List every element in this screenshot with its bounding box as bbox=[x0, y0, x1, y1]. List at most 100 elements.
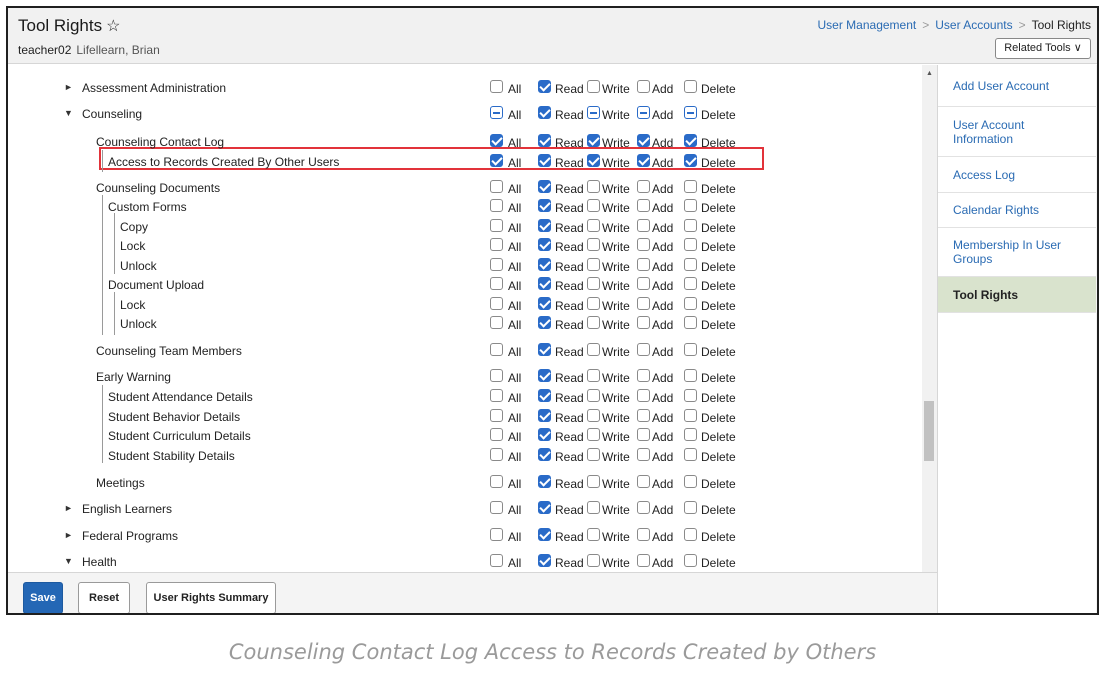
checkbox-read[interactable] bbox=[538, 316, 551, 329]
caret-right-icon[interactable]: ► bbox=[64, 503, 73, 513]
scroll-up-icon[interactable]: ▲ bbox=[1097, 72, 1099, 78]
checkbox-add[interactable] bbox=[637, 316, 650, 329]
checkbox-read[interactable] bbox=[538, 219, 551, 232]
checkbox-delete[interactable] bbox=[684, 297, 697, 310]
checkbox-all[interactable] bbox=[490, 180, 503, 193]
checkbox-all[interactable] bbox=[490, 199, 503, 212]
checkbox-read[interactable] bbox=[538, 297, 551, 310]
checkbox-add[interactable] bbox=[637, 180, 650, 193]
checkbox-add[interactable] bbox=[637, 258, 650, 271]
checkbox-write[interactable] bbox=[587, 369, 600, 382]
checkbox-add[interactable] bbox=[637, 154, 650, 167]
checkbox-delete[interactable] bbox=[684, 428, 697, 441]
checkbox-read[interactable] bbox=[538, 258, 551, 271]
scrollbar-thumb[interactable] bbox=[924, 401, 934, 461]
sidebar-item[interactable]: Access Log bbox=[938, 157, 1097, 193]
checkbox-write[interactable] bbox=[587, 258, 600, 271]
checkbox-read[interactable] bbox=[538, 409, 551, 422]
checkbox-all[interactable] bbox=[490, 475, 503, 488]
checkbox-delete[interactable] bbox=[684, 369, 697, 382]
checkbox-all[interactable] bbox=[490, 134, 503, 147]
checkbox-write[interactable] bbox=[587, 554, 600, 567]
sidebar-item[interactable]: Membership In User Groups bbox=[938, 228, 1097, 277]
checkbox-read[interactable] bbox=[538, 554, 551, 567]
checkbox-delete[interactable] bbox=[684, 501, 697, 514]
checkbox-add[interactable] bbox=[637, 297, 650, 310]
checkbox-write[interactable] bbox=[587, 199, 600, 212]
save-button[interactable]: Save bbox=[23, 582, 63, 613]
checkbox-delete[interactable] bbox=[684, 199, 697, 212]
checkbox-delete[interactable] bbox=[684, 448, 697, 461]
sidebar-item[interactable]: Calendar Rights bbox=[938, 193, 1097, 228]
checkbox-all[interactable] bbox=[490, 258, 503, 271]
checkbox-read[interactable] bbox=[538, 277, 551, 290]
checkbox-all[interactable] bbox=[490, 154, 503, 167]
checkbox-write[interactable] bbox=[587, 316, 600, 329]
checkbox-read[interactable] bbox=[538, 528, 551, 541]
checkbox-delete[interactable] bbox=[684, 343, 697, 356]
checkbox-delete[interactable] bbox=[684, 258, 697, 271]
checkbox-add[interactable] bbox=[637, 369, 650, 382]
checkbox-all[interactable] bbox=[490, 80, 503, 93]
checkbox-add[interactable] bbox=[637, 501, 650, 514]
checkbox-write[interactable] bbox=[587, 106, 600, 119]
checkbox-add[interactable] bbox=[637, 106, 650, 119]
sidebar-item[interactable]: Add User Account bbox=[938, 65, 1097, 107]
checkbox-read[interactable] bbox=[538, 343, 551, 356]
checkbox-delete[interactable] bbox=[684, 134, 697, 147]
checkbox-all[interactable] bbox=[490, 219, 503, 232]
checkbox-delete[interactable] bbox=[684, 180, 697, 193]
checkbox-all[interactable] bbox=[490, 448, 503, 461]
checkbox-read[interactable] bbox=[538, 180, 551, 193]
star-icon[interactable]: ☆ bbox=[106, 18, 120, 35]
checkbox-write[interactable] bbox=[587, 389, 600, 402]
checkbox-write[interactable] bbox=[587, 277, 600, 290]
caret-down-icon[interactable]: ▼ bbox=[64, 108, 73, 118]
checkbox-read[interactable] bbox=[538, 501, 551, 514]
checkbox-read[interactable] bbox=[538, 80, 551, 93]
checkbox-read[interactable] bbox=[538, 389, 551, 402]
checkbox-all[interactable] bbox=[490, 238, 503, 251]
checkbox-all[interactable] bbox=[490, 528, 503, 541]
caret-right-icon[interactable]: ► bbox=[64, 82, 73, 92]
checkbox-read[interactable] bbox=[538, 106, 551, 119]
checkbox-delete[interactable] bbox=[684, 106, 697, 119]
scroll-down-icon[interactable]: ▼ bbox=[1097, 605, 1099, 611]
checkbox-all[interactable] bbox=[490, 316, 503, 329]
checkbox-all[interactable] bbox=[490, 369, 503, 382]
checkbox-add[interactable] bbox=[637, 343, 650, 356]
sidebar-item[interactable]: Tool Rights bbox=[938, 277, 1097, 313]
checkbox-add[interactable] bbox=[637, 409, 650, 422]
checkbox-delete[interactable] bbox=[684, 219, 697, 232]
checkbox-write[interactable] bbox=[587, 475, 600, 488]
sidebar-item[interactable]: User Account Information bbox=[938, 107, 1097, 157]
checkbox-delete[interactable] bbox=[684, 409, 697, 422]
checkbox-all[interactable] bbox=[490, 297, 503, 310]
checkbox-write[interactable] bbox=[587, 80, 600, 93]
checkbox-all[interactable] bbox=[490, 343, 503, 356]
checkbox-delete[interactable] bbox=[684, 528, 697, 541]
checkbox-delete[interactable] bbox=[684, 554, 697, 567]
checkbox-read[interactable] bbox=[538, 475, 551, 488]
breadcrumb-user-management[interactable]: User Management bbox=[818, 18, 917, 32]
user-rights-summary-button[interactable]: User Rights Summary bbox=[146, 582, 276, 613]
checkbox-all[interactable] bbox=[490, 428, 503, 441]
checkbox-write[interactable] bbox=[587, 219, 600, 232]
caret-right-icon[interactable]: ► bbox=[64, 530, 73, 540]
sidebar-scrollbar[interactable]: ▲ ▼ bbox=[1096, 65, 1099, 613]
checkbox-write[interactable] bbox=[587, 409, 600, 422]
checkbox-read[interactable] bbox=[538, 154, 551, 167]
checkbox-delete[interactable] bbox=[684, 154, 697, 167]
checkbox-add[interactable] bbox=[637, 554, 650, 567]
checkbox-add[interactable] bbox=[637, 134, 650, 147]
checkbox-read[interactable] bbox=[538, 448, 551, 461]
checkbox-write[interactable] bbox=[587, 154, 600, 167]
checkbox-read[interactable] bbox=[538, 134, 551, 147]
checkbox-delete[interactable] bbox=[684, 277, 697, 290]
checkbox-all[interactable] bbox=[490, 554, 503, 567]
checkbox-read[interactable] bbox=[538, 428, 551, 441]
caret-down-icon[interactable]: ▼ bbox=[64, 556, 73, 566]
checkbox-add[interactable] bbox=[637, 277, 650, 290]
checkbox-add[interactable] bbox=[637, 199, 650, 212]
checkbox-write[interactable] bbox=[587, 134, 600, 147]
